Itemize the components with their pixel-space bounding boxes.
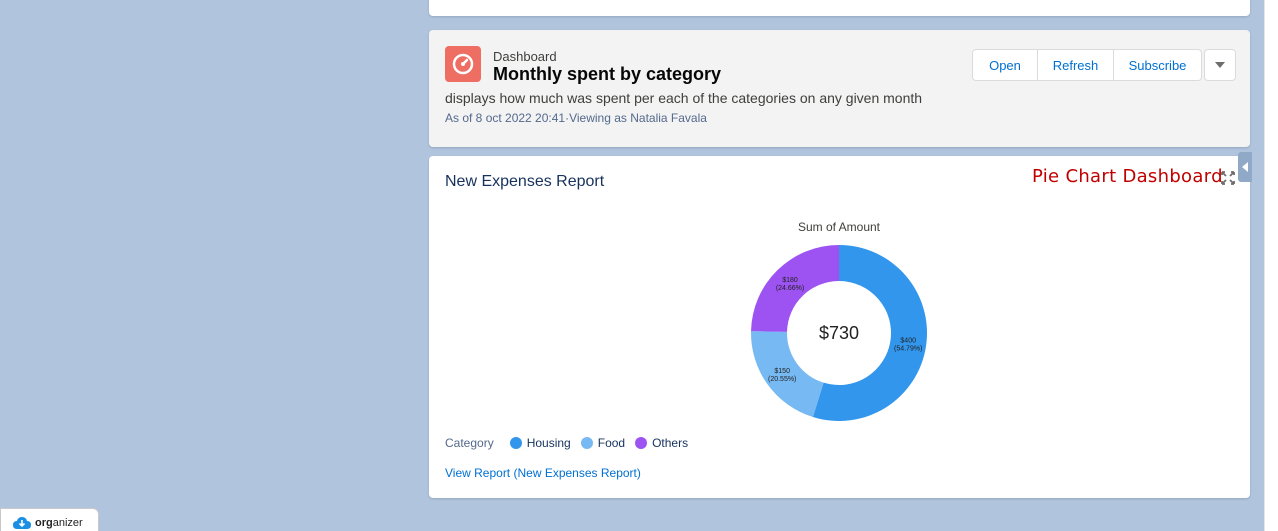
chart-title: Sum of Amount [798, 220, 881, 234]
side-panel-toggle[interactable] [1238, 152, 1252, 182]
report-chart-card: New Expenses Report Pie Chart Dashboard … [429, 156, 1250, 498]
legend-label: Food [597, 436, 626, 450]
chart-center-total: $730 [819, 323, 859, 343]
legend-item-housing[interactable]: Housing [509, 436, 571, 450]
chevron-left-icon [1242, 162, 1248, 172]
slice-value-label: $400 [900, 338, 916, 345]
organizer-label-rest: anizer [52, 517, 83, 529]
open-button[interactable]: Open [972, 49, 1038, 81]
page-scrollbar[interactable] [1264, 0, 1278, 531]
chevron-down-icon [1215, 62, 1225, 68]
slice-value-label: $180 [782, 277, 798, 284]
slice-percent-label: (20.55%) [768, 376, 796, 383]
legend-item-food[interactable]: Food [580, 436, 626, 450]
legend-label: Housing [526, 436, 571, 450]
header-button-group: Open Refresh Subscribe [972, 49, 1236, 81]
dashboard-header: Dashboard Monthly spent by category disp… [429, 30, 1250, 147]
legend-swatch [580, 437, 593, 449]
slice-percent-label: (54.79%) [894, 346, 922, 353]
view-report-link[interactable]: View Report (New Expenses Report) [445, 466, 641, 480]
refresh-button[interactable]: Refresh [1038, 49, 1114, 81]
slice-value-label: $150 [774, 368, 790, 375]
legend-swatch [509, 437, 522, 449]
organizer-cloud-icon [13, 517, 31, 529]
more-actions-button[interactable] [1204, 49, 1236, 81]
dashboard-eyebrow: Dashboard [493, 49, 557, 64]
previous-card [429, 0, 1250, 16]
organizer-label-bold: org [35, 517, 53, 529]
subscribe-button[interactable]: Subscribe [1114, 49, 1202, 81]
legend-title: Category [445, 436, 494, 450]
slice-percent-label: (24.66%) [776, 285, 804, 292]
legend-label: Others [652, 436, 689, 450]
donut-chart: Sum of Amount $730 $400(54.79%) $150(20.5… [751, 220, 927, 421]
legend-item-others[interactable]: Others [635, 436, 688, 450]
legend-swatch [635, 437, 648, 449]
organizer-widget[interactable]: org anizer [0, 508, 99, 531]
chart-legend: Category Housing Food Others [445, 436, 698, 450]
dashboard-title: Monthly spent by category [493, 64, 722, 84]
dashboard-gauge-icon [445, 46, 481, 82]
dashboard-description: displays how much was spent per each of … [445, 90, 923, 106]
as-of-timestamp: As of 8 oct 2022 20:41·Viewing as Natali… [445, 111, 707, 125]
